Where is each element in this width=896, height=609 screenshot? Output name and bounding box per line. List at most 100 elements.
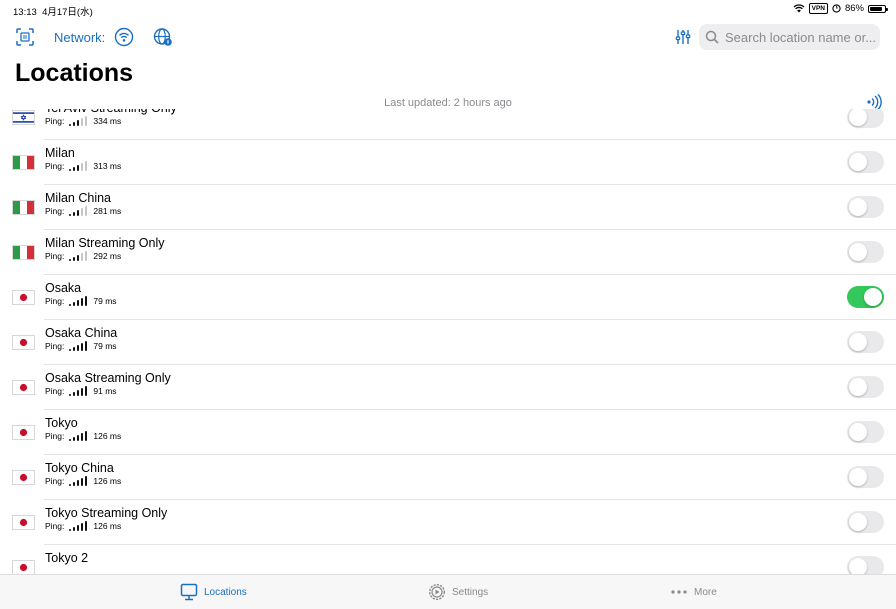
japan-flag-icon	[12, 425, 35, 440]
japan-flag-icon	[12, 290, 35, 305]
signal-bar	[73, 212, 76, 216]
signal-bars-icon	[69, 116, 88, 126]
location-name: Tel Aviv Streaming Only	[45, 109, 177, 115]
location-toggle[interactable]	[847, 109, 884, 128]
tab-settings-label: Settings	[452, 586, 489, 598]
ping-info: Ping: 126 ms	[45, 431, 121, 441]
location-toggle[interactable]	[847, 331, 884, 353]
signal-bar	[77, 210, 80, 216]
location-row[interactable]: Milan Ping: 313 ms	[0, 140, 896, 185]
location-row[interactable]: Milan China Ping: 281 ms	[0, 185, 896, 230]
ping-value: 126 ms	[93, 521, 122, 531]
ping-value: 334 ms	[93, 116, 122, 126]
location-toggle[interactable]	[847, 196, 884, 218]
location-toggle[interactable]	[847, 376, 884, 398]
status-time: 13:13 4月17日(水)	[13, 7, 93, 18]
japan-flag-icon	[12, 560, 35, 574]
tab-bar: Locations Settings More	[0, 574, 896, 609]
signal-bar	[73, 257, 76, 261]
signal-bar	[69, 169, 72, 171]
ping-label: Ping:	[45, 476, 65, 486]
location-row[interactable]: Tel Aviv Streaming OnlyPing: 334 ms	[0, 109, 896, 140]
signal-bar	[69, 214, 72, 216]
ping-info: Ping: 126 ms	[45, 521, 121, 531]
ping-info: Ping: 79 ms	[45, 341, 117, 351]
signal-bar	[81, 388, 84, 396]
location-name: Milan China	[45, 191, 112, 205]
location-row[interactable]: Tokyo Ping: 126 ms	[0, 410, 896, 455]
location-name: Osaka China	[45, 326, 118, 340]
signal-bar	[85, 521, 88, 531]
signal-bar	[85, 116, 88, 126]
signal-bar	[81, 298, 84, 306]
filter-sliders-icon[interactable]	[672, 26, 694, 48]
search-bar[interactable]	[699, 24, 880, 50]
location-status-icon	[832, 4, 841, 13]
signal-bar	[77, 390, 80, 396]
ping-value: 79 ms	[93, 296, 117, 306]
signal-bars-icon	[69, 296, 88, 306]
signal-bars-icon	[69, 521, 88, 531]
search-icon	[705, 30, 719, 44]
scan-icon[interactable]	[14, 26, 36, 48]
location-row[interactable]: Tokyo 2	[0, 545, 896, 574]
signal-bar	[81, 523, 84, 531]
signal-bar	[77, 300, 80, 306]
location-row[interactable]: Osaka China Ping: 79 ms	[0, 320, 896, 365]
toolbar: Network:	[0, 24, 896, 52]
signal-bar	[69, 439, 72, 441]
location-row[interactable]: Tokyo China Ping: 126 ms	[0, 455, 896, 500]
ping-value: 126 ms	[93, 431, 122, 441]
location-toggle[interactable]	[847, 556, 884, 574]
search-input[interactable]	[723, 28, 877, 46]
ping-value: 313 ms	[93, 161, 122, 171]
signal-bar	[81, 343, 84, 351]
signal-bar	[77, 165, 80, 171]
location-row[interactable]: Osaka Ping: 79 ms	[0, 275, 896, 320]
tab-settings[interactable]: Settings	[428, 583, 488, 601]
signal-bar	[69, 124, 72, 126]
signal-bar	[81, 253, 84, 261]
toggle-knob	[849, 468, 867, 486]
location-toggle[interactable]	[847, 421, 884, 443]
tab-more[interactable]: More	[670, 583, 717, 601]
wifi-network-icon[interactable]	[113, 26, 135, 48]
toggle-knob	[849, 333, 867, 351]
location-toggle[interactable]	[847, 466, 884, 488]
signal-bar	[73, 392, 76, 396]
signal-bar	[81, 208, 84, 216]
network-label: Network:	[54, 30, 106, 45]
ping-value: 79 ms	[93, 341, 117, 351]
globe-icon[interactable]	[152, 26, 174, 48]
location-row[interactable]: Osaka Streaming Only Ping: 91 ms	[0, 365, 896, 410]
location-toggle[interactable]	[847, 151, 884, 173]
signal-bar	[77, 480, 80, 486]
location-name: Tokyo 2	[45, 551, 89, 565]
signal-broadcast-icon[interactable]	[864, 94, 882, 110]
japan-flag-icon	[12, 380, 35, 395]
tab-locations[interactable]: Locations	[180, 583, 247, 601]
location-toggle[interactable]	[847, 511, 884, 533]
ping-info: Ping: 313 ms	[45, 161, 121, 171]
status-bar: 13:13 4月17日(水) VPN 86%	[0, 0, 896, 20]
ping-value: 292 ms	[93, 251, 122, 261]
ping-label: Ping:	[45, 431, 65, 441]
toggle-knob	[849, 423, 867, 441]
signal-bar	[69, 484, 72, 486]
japan-flag-icon	[12, 515, 35, 530]
italy-flag-icon	[12, 200, 35, 215]
location-row[interactable]: Milan Streaming Only Ping: 292 ms	[0, 230, 896, 275]
monitor-icon	[180, 583, 198, 601]
ping-info: Ping: 334 ms	[45, 116, 121, 126]
signal-bar	[81, 163, 84, 171]
ping-label: Ping:	[45, 296, 65, 306]
signal-bar	[85, 386, 88, 396]
ping-info: Ping: 79 ms	[45, 296, 117, 306]
location-list[interactable]: Tel Aviv Streaming OnlyPing:334 msMilanP…	[0, 109, 896, 574]
signal-bar	[77, 255, 80, 261]
location-toggle[interactable]	[847, 241, 884, 263]
location-row[interactable]: Tokyo Streaming Only Ping: 126 ms	[0, 500, 896, 545]
signal-bar	[85, 476, 88, 486]
location-toggle[interactable]	[847, 286, 884, 308]
signal-bar	[81, 118, 84, 126]
